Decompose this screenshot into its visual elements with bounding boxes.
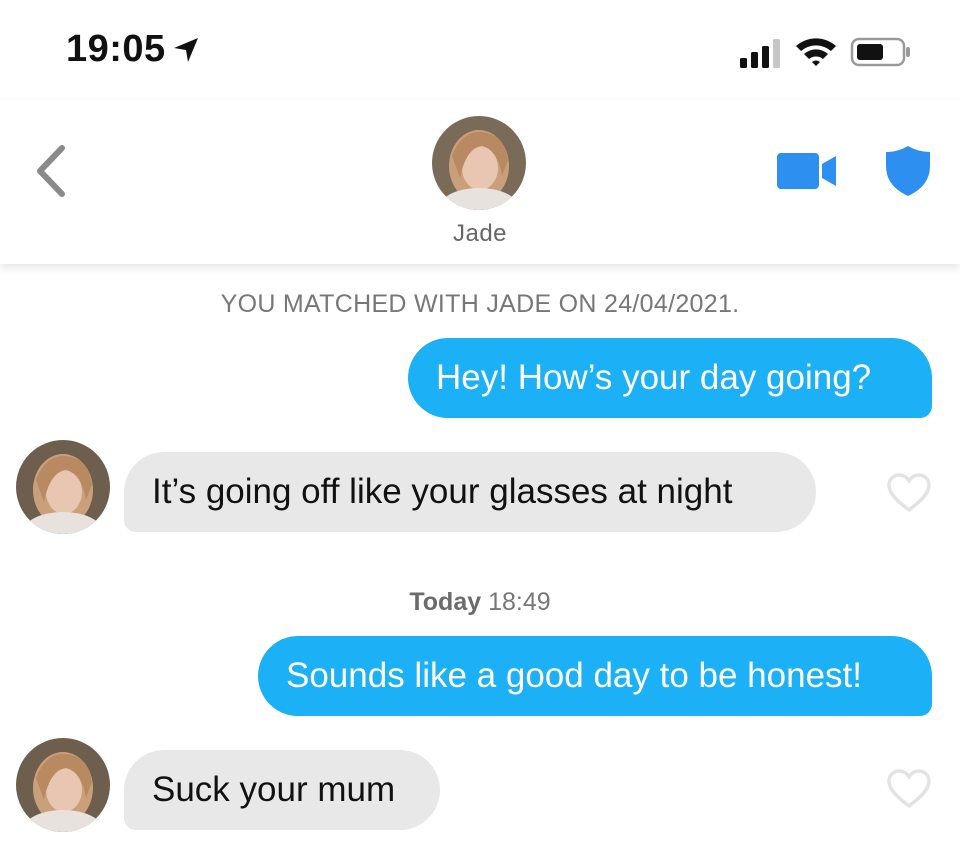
match-date-note: YOU MATCHED WITH JADE ON 24/04/2021. (220, 290, 740, 318)
time-separator: Today 18:49 (0, 588, 960, 617)
signal-icon (740, 39, 780, 68)
status-bar: 19:05 (0, 0, 960, 100)
match-avatar[interactable] (432, 116, 526, 210)
location-arrow-icon (174, 38, 198, 62)
separator-day: Today (409, 588, 482, 616)
avatar[interactable] (16, 738, 110, 832)
chat-header: Jade (0, 100, 960, 264)
heart-icon[interactable] (886, 768, 932, 810)
status-time: 19:05 (66, 28, 166, 70)
outgoing-message[interactable]: Sounds like a good day to be honest! (258, 636, 932, 716)
video-camera-icon[interactable] (776, 152, 838, 190)
outgoing-message[interactable]: Hey! How’s your day going? (408, 338, 932, 418)
incoming-message[interactable]: It’s going off like your glasses at nigh… (124, 452, 816, 532)
incoming-message[interactable]: Suck your mum (124, 750, 440, 830)
shield-icon[interactable] (884, 144, 932, 198)
separator-time: 18:49 (488, 588, 551, 616)
heart-icon[interactable] (886, 472, 932, 514)
wifi-icon (796, 38, 836, 66)
battery-icon (850, 37, 910, 67)
match-name: Jade (452, 220, 508, 247)
avatar[interactable] (16, 440, 110, 534)
chevron-left-icon[interactable] (30, 142, 74, 200)
